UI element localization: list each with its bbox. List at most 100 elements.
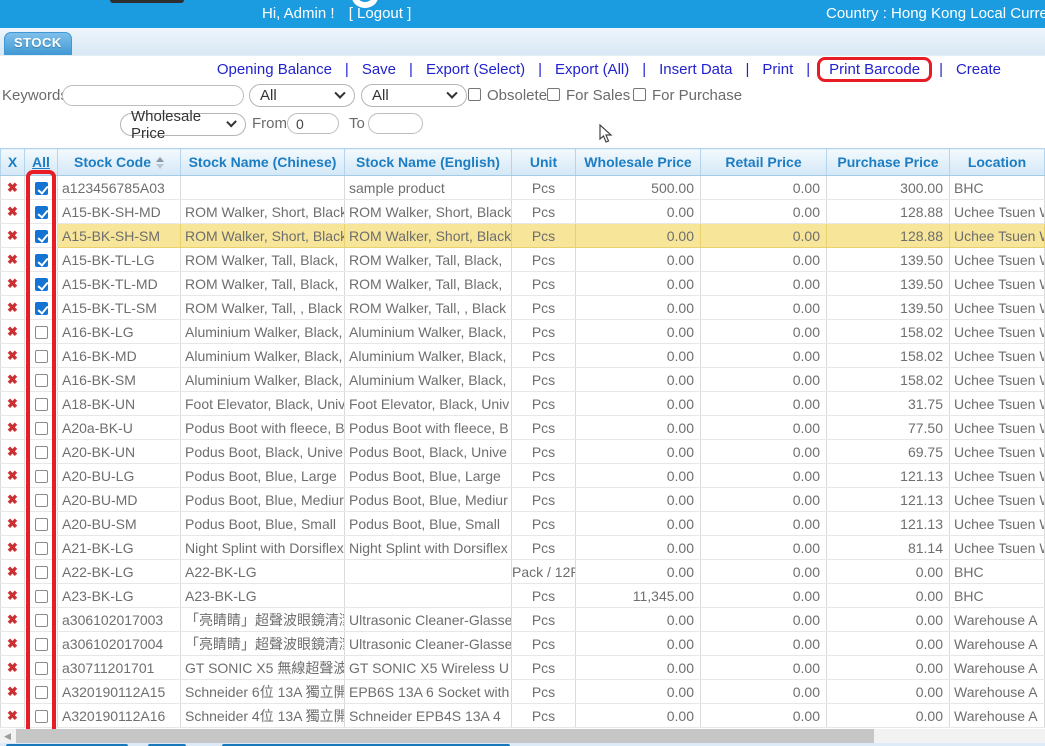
delete-row-icon[interactable]: ✖ xyxy=(7,204,18,219)
delete-row-icon[interactable]: ✖ xyxy=(7,252,18,267)
price-from-input[interactable] xyxy=(287,113,339,134)
delete-row-icon[interactable]: ✖ xyxy=(7,684,18,699)
filter-checkbox-for-sales[interactable] xyxy=(547,88,560,101)
stock-code-cell[interactable]: a30711201701 xyxy=(58,656,181,680)
header-location[interactable]: Location xyxy=(950,149,1045,176)
row-checkbox[interactable] xyxy=(35,470,48,483)
category-select-1[interactable]: All xyxy=(249,84,355,107)
stock-code-cell[interactable]: A16-BK-LG xyxy=(58,320,181,344)
delete-row-icon[interactable]: ✖ xyxy=(7,564,18,579)
row-checkbox[interactable] xyxy=(35,326,48,339)
toolbar-link-export-select[interactable]: Export (Select) xyxy=(426,61,525,78)
stock-code-cell[interactable]: A20-BK-UN xyxy=(58,440,181,464)
header-wholesale-price[interactable]: Wholesale Price xyxy=(576,149,701,176)
delete-row-icon[interactable]: ✖ xyxy=(7,540,18,555)
delete-row-icon[interactable]: ✖ xyxy=(7,708,18,723)
stock-code-cell[interactable]: a306102017004 xyxy=(58,632,181,656)
row-checkbox[interactable] xyxy=(35,278,48,291)
row-checkbox[interactable] xyxy=(35,350,48,363)
toolbar-link-print[interactable]: Print xyxy=(762,61,793,78)
toolbar-link-save[interactable]: Save xyxy=(362,61,396,78)
stock-code-cell[interactable]: A20-BU-MD xyxy=(58,488,181,512)
stock-code-cell[interactable]: A23-BK-LG xyxy=(58,584,181,608)
header-delete-all[interactable]: X xyxy=(8,154,17,170)
stock-code-cell[interactable]: A15-BK-SH-SM xyxy=(58,224,181,248)
stock-code-cell[interactable]: A320190112A16 xyxy=(58,704,181,728)
delete-row-icon[interactable]: ✖ xyxy=(7,420,18,435)
toolbar-link-print-barcode[interactable]: Print Barcode xyxy=(829,61,920,78)
stock-code-cell[interactable]: A20a-BK-U xyxy=(58,416,181,440)
category-select-2[interactable]: All xyxy=(361,84,467,107)
delete-row-icon[interactable]: ✖ xyxy=(7,324,18,339)
row-checkbox[interactable] xyxy=(35,182,48,195)
row-checkbox[interactable] xyxy=(35,446,48,459)
horizontal-scrollbar[interactable]: ◀ xyxy=(0,729,1045,743)
toolbar-link-insert-data[interactable]: Insert Data xyxy=(659,61,732,78)
filter-checkbox-obsolete[interactable] xyxy=(468,88,481,101)
row-checkbox[interactable] xyxy=(35,230,48,243)
toolbar-link-opening-balance[interactable]: Opening Balance xyxy=(217,61,332,78)
stock-code-cell[interactable]: A16-BK-SM xyxy=(58,368,181,392)
delete-row-icon[interactable]: ✖ xyxy=(7,180,18,195)
price-type-select[interactable]: Wholesale Price xyxy=(120,113,246,136)
header-stock-code[interactable]: Stock Code xyxy=(58,149,181,176)
header-select-all-link[interactable]: All xyxy=(32,154,50,170)
delete-row-icon[interactable]: ✖ xyxy=(7,516,18,531)
row-checkbox[interactable] xyxy=(35,302,48,315)
stock-code-cell[interactable]: a123456785A03 xyxy=(58,176,181,200)
header-retail-price[interactable]: Retail Price xyxy=(701,149,827,176)
row-checkbox[interactable] xyxy=(35,398,48,411)
sort-icon[interactable] xyxy=(156,157,164,169)
delete-row-icon[interactable]: ✖ xyxy=(7,660,18,675)
price-to-input[interactable] xyxy=(368,113,423,134)
row-checkbox[interactable] xyxy=(35,638,48,651)
delete-row-icon[interactable]: ✖ xyxy=(7,396,18,411)
toolbar-link-export-all[interactable]: Export (All) xyxy=(555,61,629,78)
scrollbar-thumb[interactable] xyxy=(16,729,874,743)
delete-row-icon[interactable]: ✖ xyxy=(7,492,18,507)
stock-code-cell[interactable]: A20-BU-SM xyxy=(58,512,181,536)
header-unit[interactable]: Unit xyxy=(512,149,576,176)
stock-code-cell[interactable]: A320190112A15 xyxy=(58,680,181,704)
row-checkbox[interactable] xyxy=(35,566,48,579)
row-checkbox[interactable] xyxy=(35,254,48,267)
row-checkbox[interactable] xyxy=(35,374,48,387)
row-checkbox[interactable] xyxy=(35,422,48,435)
stock-code-cell[interactable]: A21-BK-LG xyxy=(58,536,181,560)
delete-row-icon[interactable]: ✖ xyxy=(7,588,18,603)
stock-code-cell[interactable]: A15-BK-TL-SM xyxy=(58,296,181,320)
stock-code-cell[interactable]: a306102017003 xyxy=(58,608,181,632)
tab-stock[interactable]: STOCK xyxy=(4,32,72,55)
stock-code-cell[interactable]: A22-BK-LG xyxy=(58,560,181,584)
row-checkbox[interactable] xyxy=(35,206,48,219)
row-checkbox[interactable] xyxy=(35,542,48,555)
delete-row-icon[interactable]: ✖ xyxy=(7,612,18,627)
keywords-input[interactable] xyxy=(62,85,244,106)
delete-row-icon[interactable]: ✖ xyxy=(7,636,18,651)
row-checkbox[interactable] xyxy=(35,686,48,699)
filter-checkbox-for-purchase[interactable] xyxy=(633,88,646,101)
stock-code-cell[interactable]: A20-BU-LG xyxy=(58,464,181,488)
row-checkbox[interactable] xyxy=(35,518,48,531)
delete-row-icon[interactable]: ✖ xyxy=(7,300,18,315)
header-stock-name-english[interactable]: Stock Name (English) xyxy=(345,149,512,176)
row-checkbox[interactable] xyxy=(35,710,48,723)
logout-link[interactable]: [ Logout ] xyxy=(349,5,412,22)
delete-row-icon[interactable]: ✖ xyxy=(7,468,18,483)
delete-row-icon[interactable]: ✖ xyxy=(7,228,18,243)
stock-code-cell[interactable]: A16-BK-MD xyxy=(58,344,181,368)
stock-code-cell[interactable]: A15-BK-TL-LG xyxy=(58,248,181,272)
delete-row-icon[interactable]: ✖ xyxy=(7,372,18,387)
delete-row-icon[interactable]: ✖ xyxy=(7,444,18,459)
row-checkbox[interactable] xyxy=(35,662,48,675)
scroll-left-arrow-icon[interactable]: ◀ xyxy=(0,729,15,743)
row-checkbox[interactable] xyxy=(35,494,48,507)
toolbar-link-create[interactable]: Create xyxy=(956,61,1001,78)
stock-code-cell[interactable]: A15-BK-SH-MD xyxy=(58,200,181,224)
stock-code-cell[interactable]: A18-BK-UN xyxy=(58,392,181,416)
row-checkbox[interactable] xyxy=(35,614,48,627)
header-stock-name-chinese[interactable]: Stock Name (Chinese) xyxy=(181,149,345,176)
delete-row-icon[interactable]: ✖ xyxy=(7,348,18,363)
header-purchase-price[interactable]: Purchase Price xyxy=(827,149,950,176)
delete-row-icon[interactable]: ✖ xyxy=(7,276,18,291)
